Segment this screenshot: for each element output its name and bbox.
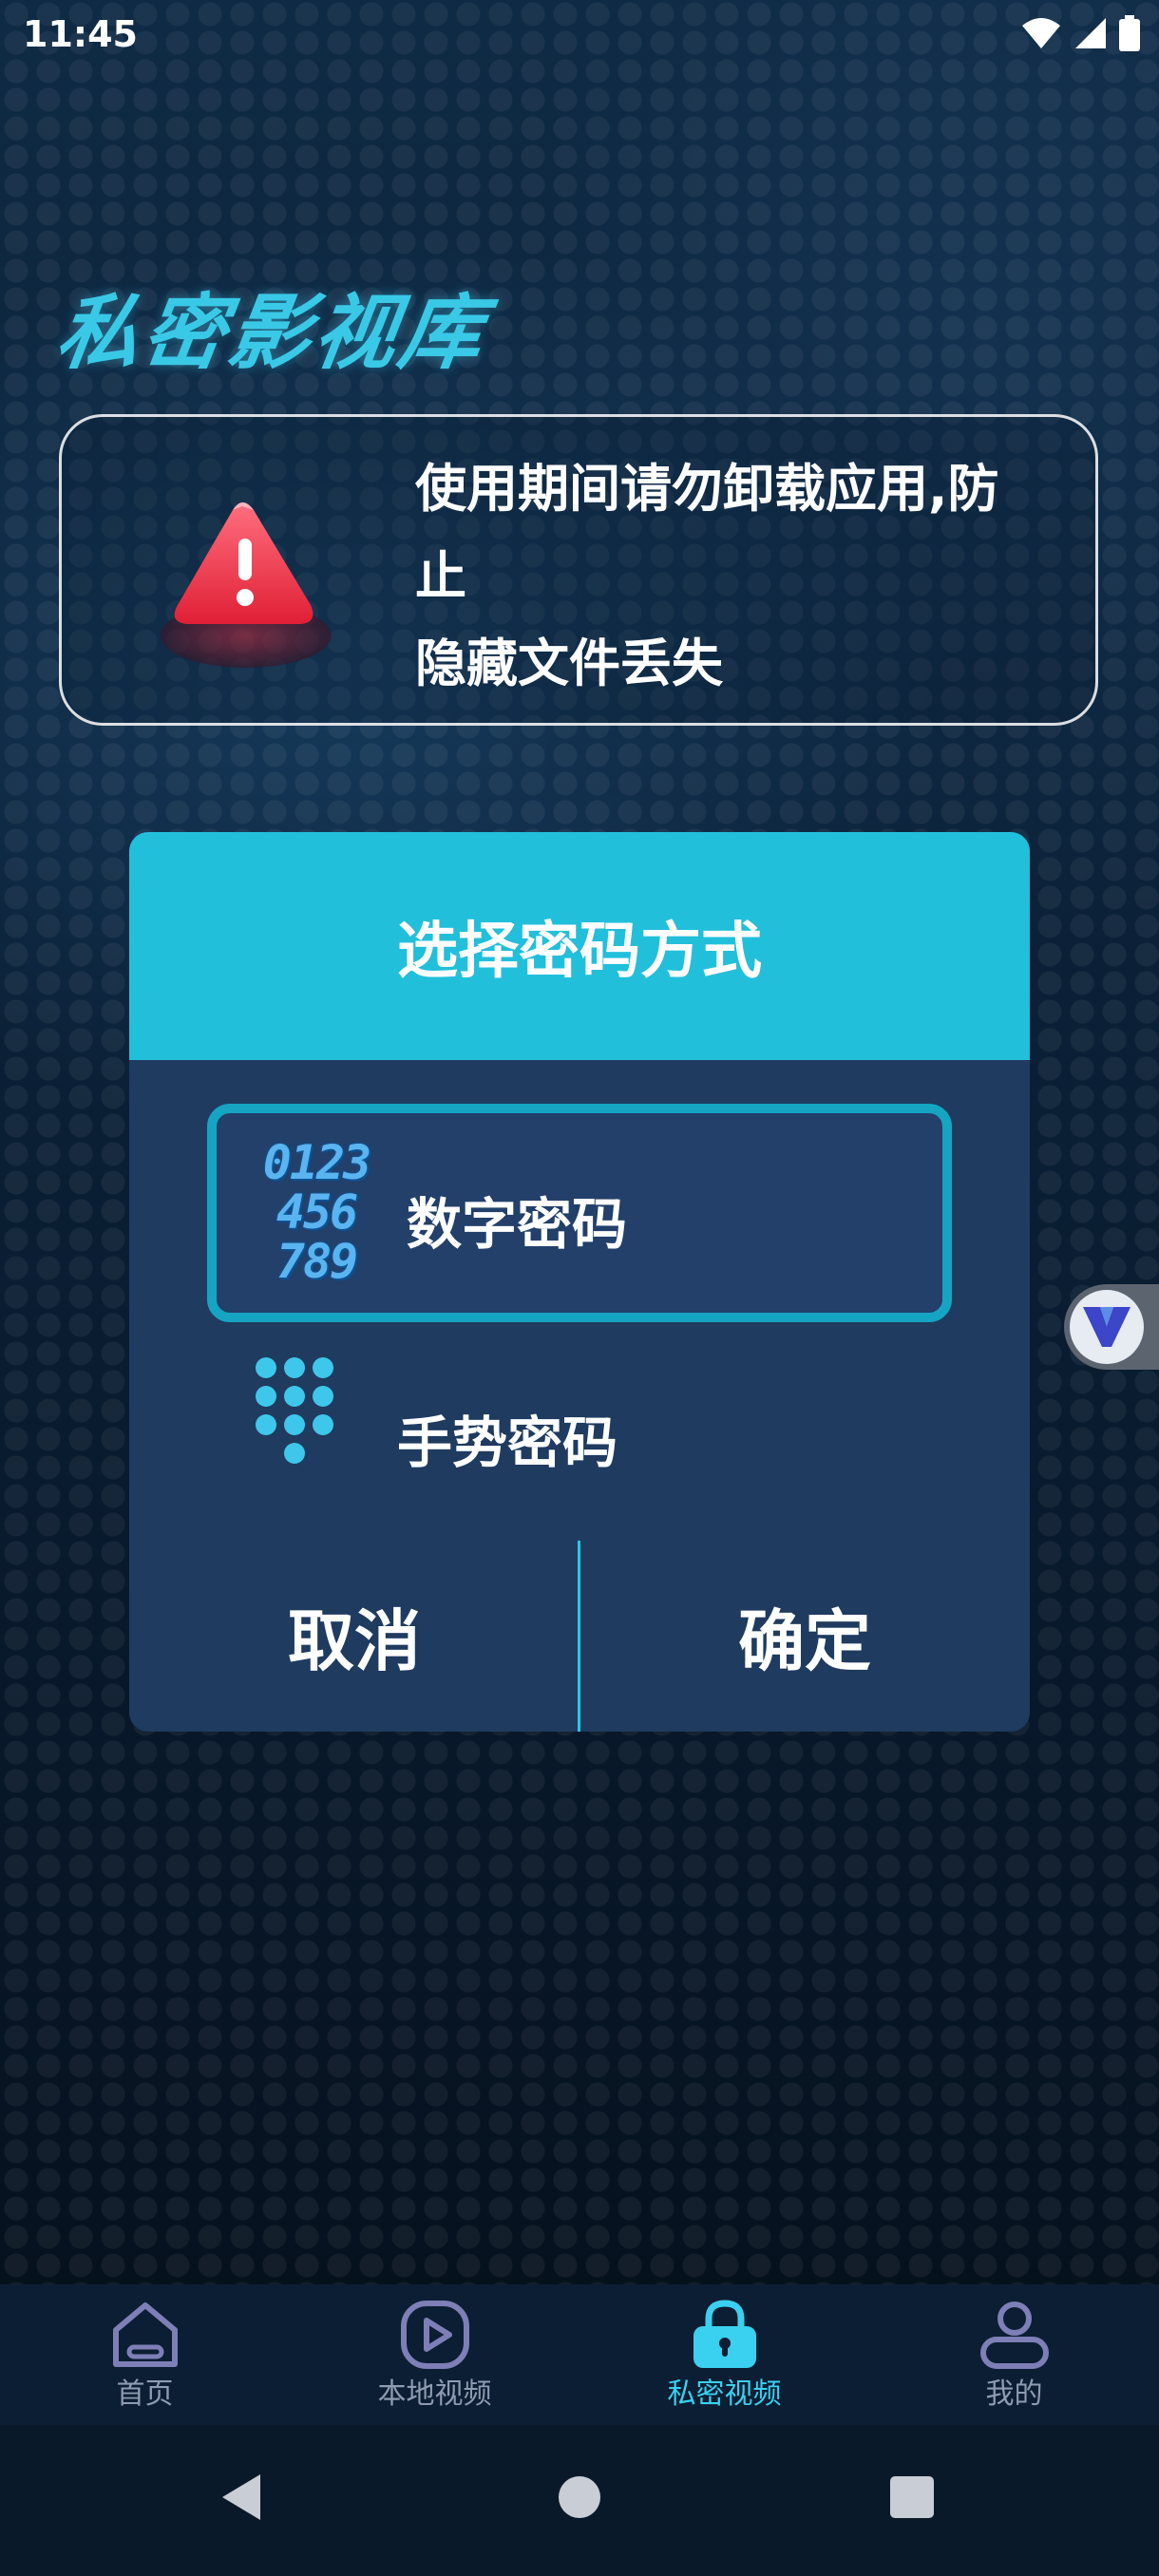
wifi-icon <box>1022 18 1060 48</box>
option-numeric-password[interactable]: 0123 456 789 数字密码 <box>207 1104 952 1322</box>
warning-icon <box>161 502 332 668</box>
status-time: 11:45 <box>23 13 138 55</box>
option-label: 手势密码 <box>397 1411 618 1475</box>
dialog-header: 选择密码方式 <box>129 832 1030 1060</box>
option-label: 数字密码 <box>407 1192 628 1257</box>
nav-label: 我的 <box>985 2377 1043 2411</box>
nav-label: 私密视频 <box>667 2377 782 2411</box>
app-title: 私密影视库 <box>50 286 492 381</box>
nav-item-me[interactable]: 我的 <box>869 2284 1159 2425</box>
v-logo-icon <box>1070 1290 1144 1364</box>
warning-text: 使用期间请勿卸载应用,防 止 隐藏文件丢失 <box>415 459 999 693</box>
signal-icon <box>1075 18 1106 48</box>
nav-label: 本地视频 <box>377 2377 492 2411</box>
system-nav-bar <box>0 2425 1159 2576</box>
numeric-keypad-icon: 0123 456 789 <box>262 1135 371 1289</box>
nav-label: 首页 <box>116 2377 174 2411</box>
password-method-dialog: 选择密码方式 0123 456 789 数字密码 手势密码 取消 确定 <box>129 832 1030 1732</box>
option-gesture-password[interactable]: 手势密码 <box>207 1335 952 1525</box>
home-icon <box>113 2302 178 2367</box>
nav-item-home[interactable]: 首页 <box>0 2284 290 2425</box>
dialog-title: 选择密码方式 <box>397 917 762 987</box>
floating-assistant-button[interactable] <box>1064 1284 1159 1370</box>
battery-icon <box>1119 15 1140 51</box>
dialog-actions: 取消 确定 <box>129 1541 1030 1732</box>
nav-item-private-videos[interactable]: 私密视频 <box>580 2284 869 2425</box>
lock-icon <box>694 2300 756 2368</box>
home-circle-icon[interactable] <box>557 2474 602 2520</box>
bottom-nav: 首页 本地视频 私密视频 我的 <box>0 2284 1159 2425</box>
user-icon <box>980 2301 1049 2369</box>
recents-square-icon[interactable] <box>889 2475 935 2519</box>
status-icons <box>1020 15 1140 51</box>
warning-card: 使用期间请勿卸载应用,防 止 隐藏文件丢失 <box>59 414 1098 726</box>
confirm-button[interactable]: 确定 <box>580 1541 1030 1732</box>
nav-item-local-videos[interactable]: 本地视频 <box>290 2284 580 2425</box>
back-icon[interactable] <box>217 2471 266 2524</box>
cancel-button[interactable]: 取消 <box>129 1541 580 1732</box>
play-icon <box>401 2301 469 2369</box>
gesture-dots-icon <box>256 1357 333 1464</box>
